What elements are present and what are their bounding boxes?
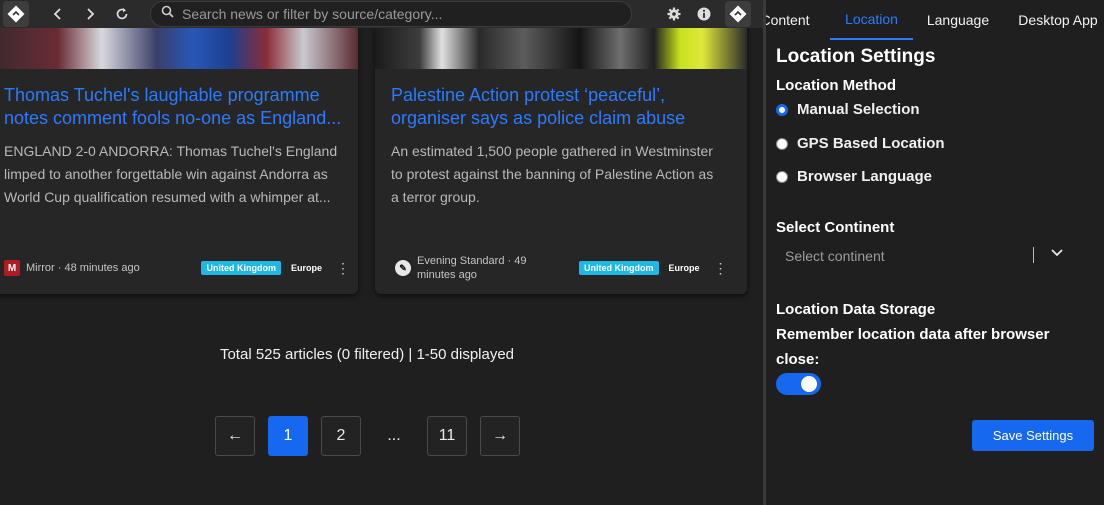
article-title-line[interactable]: Thomas Tuchel's laughable programme — [4, 84, 346, 107]
radio-gps-location[interactable]: GPS Based Location — [776, 135, 945, 152]
radio-manual-selection[interactable]: Manual Selection — [776, 101, 920, 118]
chevron-down-icon[interactable] — [1050, 245, 1064, 262]
article-card[interactable]: Thomas Tuchel's laughable programme note… — [0, 0, 358, 294]
article-title-line[interactable]: Palestine Action protest ‘peaceful’, — [391, 84, 735, 107]
article-description: ENGLAND 2-0 ANDORRA: Thomas Tuchel's Eng… — [4, 140, 346, 209]
save-settings-button[interactable]: Save Settings — [972, 420, 1094, 451]
tab-language[interactable]: Language — [922, 0, 994, 40]
tab-content[interactable]: Content — [766, 0, 816, 40]
prev-page-button[interactable]: ← — [215, 416, 255, 456]
radio-unchecked-icon[interactable] — [776, 170, 788, 183]
radio-browser-language[interactable]: Browser Language — [776, 168, 932, 185]
continent-select[interactable]: Select continent — [776, 243, 1076, 269]
article-title[interactable]: Thomas Tuchel's laughable programme note… — [4, 84, 346, 130]
storage-heading: Location Data Storage — [776, 301, 936, 318]
storage-description: Remember location data after browser clo… — [776, 326, 1050, 368]
chevron-left-icon[interactable] — [47, 3, 69, 25]
article-source: Mirror · 48 minutes ago — [26, 262, 140, 274]
article-footer: ✎ Evening Standard · 49 minutes ago Unit… — [395, 253, 735, 283]
reload-icon[interactable] — [111, 3, 133, 25]
chevron-right-icon[interactable] — [79, 3, 101, 25]
radio-label[interactable]: GPS Based Location — [797, 135, 945, 152]
settings-panel: Content Location Language Desktop App Lo… — [766, 0, 1104, 505]
radio-label[interactable]: Manual Selection — [797, 101, 920, 118]
article-description-line: An estimated 1,500 people gathered in We… — [391, 143, 713, 159]
location-method-heading: Location Method — [776, 77, 896, 94]
region-label[interactable]: Europe — [291, 263, 322, 273]
more-options-icon[interactable]: ⋮ — [336, 260, 350, 277]
tab-desktop-app[interactable]: Desktop App — [1012, 0, 1104, 40]
news-feed: Thomas Tuchel's laughable programme note… — [0, 0, 763, 505]
page-button-1[interactable]: 1 — [268, 416, 308, 456]
select-separator — [1033, 247, 1034, 263]
pagination-ellipsis: ... — [387, 427, 401, 444]
article-source: Evening Standard · 49 minutes ago — [417, 255, 527, 281]
radio-unchecked-icon[interactable] — [776, 137, 788, 150]
gear-icon[interactable] — [663, 3, 685, 25]
select-continent-heading: Select Continent — [776, 219, 895, 236]
country-badge[interactable]: United Kingdom — [579, 261, 659, 275]
pagination: ← 1 2 ... 11 → — [215, 416, 533, 456]
toggle-knob[interactable] — [801, 376, 817, 392]
more-options-icon[interactable]: ⋮ — [714, 260, 728, 277]
article-footer: M Mirror · 48 minutes ago United Kingdom… — [4, 253, 350, 283]
search-input[interactable] — [182, 6, 622, 22]
article-title-line[interactable]: organiser says as police claim abuse — [391, 107, 735, 130]
settings-title: Location Settings — [776, 46, 936, 67]
region-label[interactable]: Europe — [669, 263, 700, 273]
info-icon[interactable] — [693, 3, 715, 25]
app-root: Thomas Tuchel's laughable programme note… — [0, 0, 1104, 505]
source-logo-icon: M — [4, 260, 20, 276]
article-description-line: to protest against the banning of Palest… — [391, 166, 714, 182]
article-description: An estimated 1,500 people gathered in We… — [391, 140, 735, 209]
article-description-line: limped to another forgettable win agains… — [4, 166, 328, 182]
next-page-button[interactable]: → — [480, 416, 520, 456]
article-description-line: a terror group. — [391, 189, 480, 205]
page-button-last[interactable]: 11 — [427, 416, 467, 456]
search-bar[interactable] — [150, 1, 632, 27]
search-icon — [161, 5, 174, 23]
extension-logo-icon[interactable] — [725, 1, 751, 27]
tab-location[interactable]: Location — [830, 0, 913, 40]
article-description-line: ENGLAND 2-0 ANDORRA: Thomas Tuchel's Eng… — [4, 143, 338, 159]
page-button-2[interactable]: 2 — [321, 416, 361, 456]
radio-label[interactable]: Browser Language — [797, 168, 932, 185]
remember-location-toggle[interactable] — [776, 373, 821, 395]
continent-select-placeholder[interactable]: Select continent — [785, 248, 885, 264]
toolbar-actions — [655, 1, 751, 27]
source-logo-icon: ✎ — [395, 260, 411, 276]
articles-summary: Total 525 articles (0 filtered) | 1-50 d… — [219, 346, 515, 363]
article-title-line[interactable]: notes comment fools no-one as England... — [4, 107, 346, 130]
article-card[interactable]: Palestine Action protest ‘peaceful’, org… — [375, 0, 747, 294]
app-logo-icon[interactable] — [3, 1, 29, 27]
toolbar — [0, 0, 763, 28]
article-description-line: World Cup qualification resumed with a w… — [4, 189, 331, 205]
article-title[interactable]: Palestine Action protest ‘peaceful’, org… — [391, 84, 735, 130]
country-badge[interactable]: United Kingdom — [201, 261, 281, 275]
radio-checked-icon[interactable] — [776, 103, 788, 116]
